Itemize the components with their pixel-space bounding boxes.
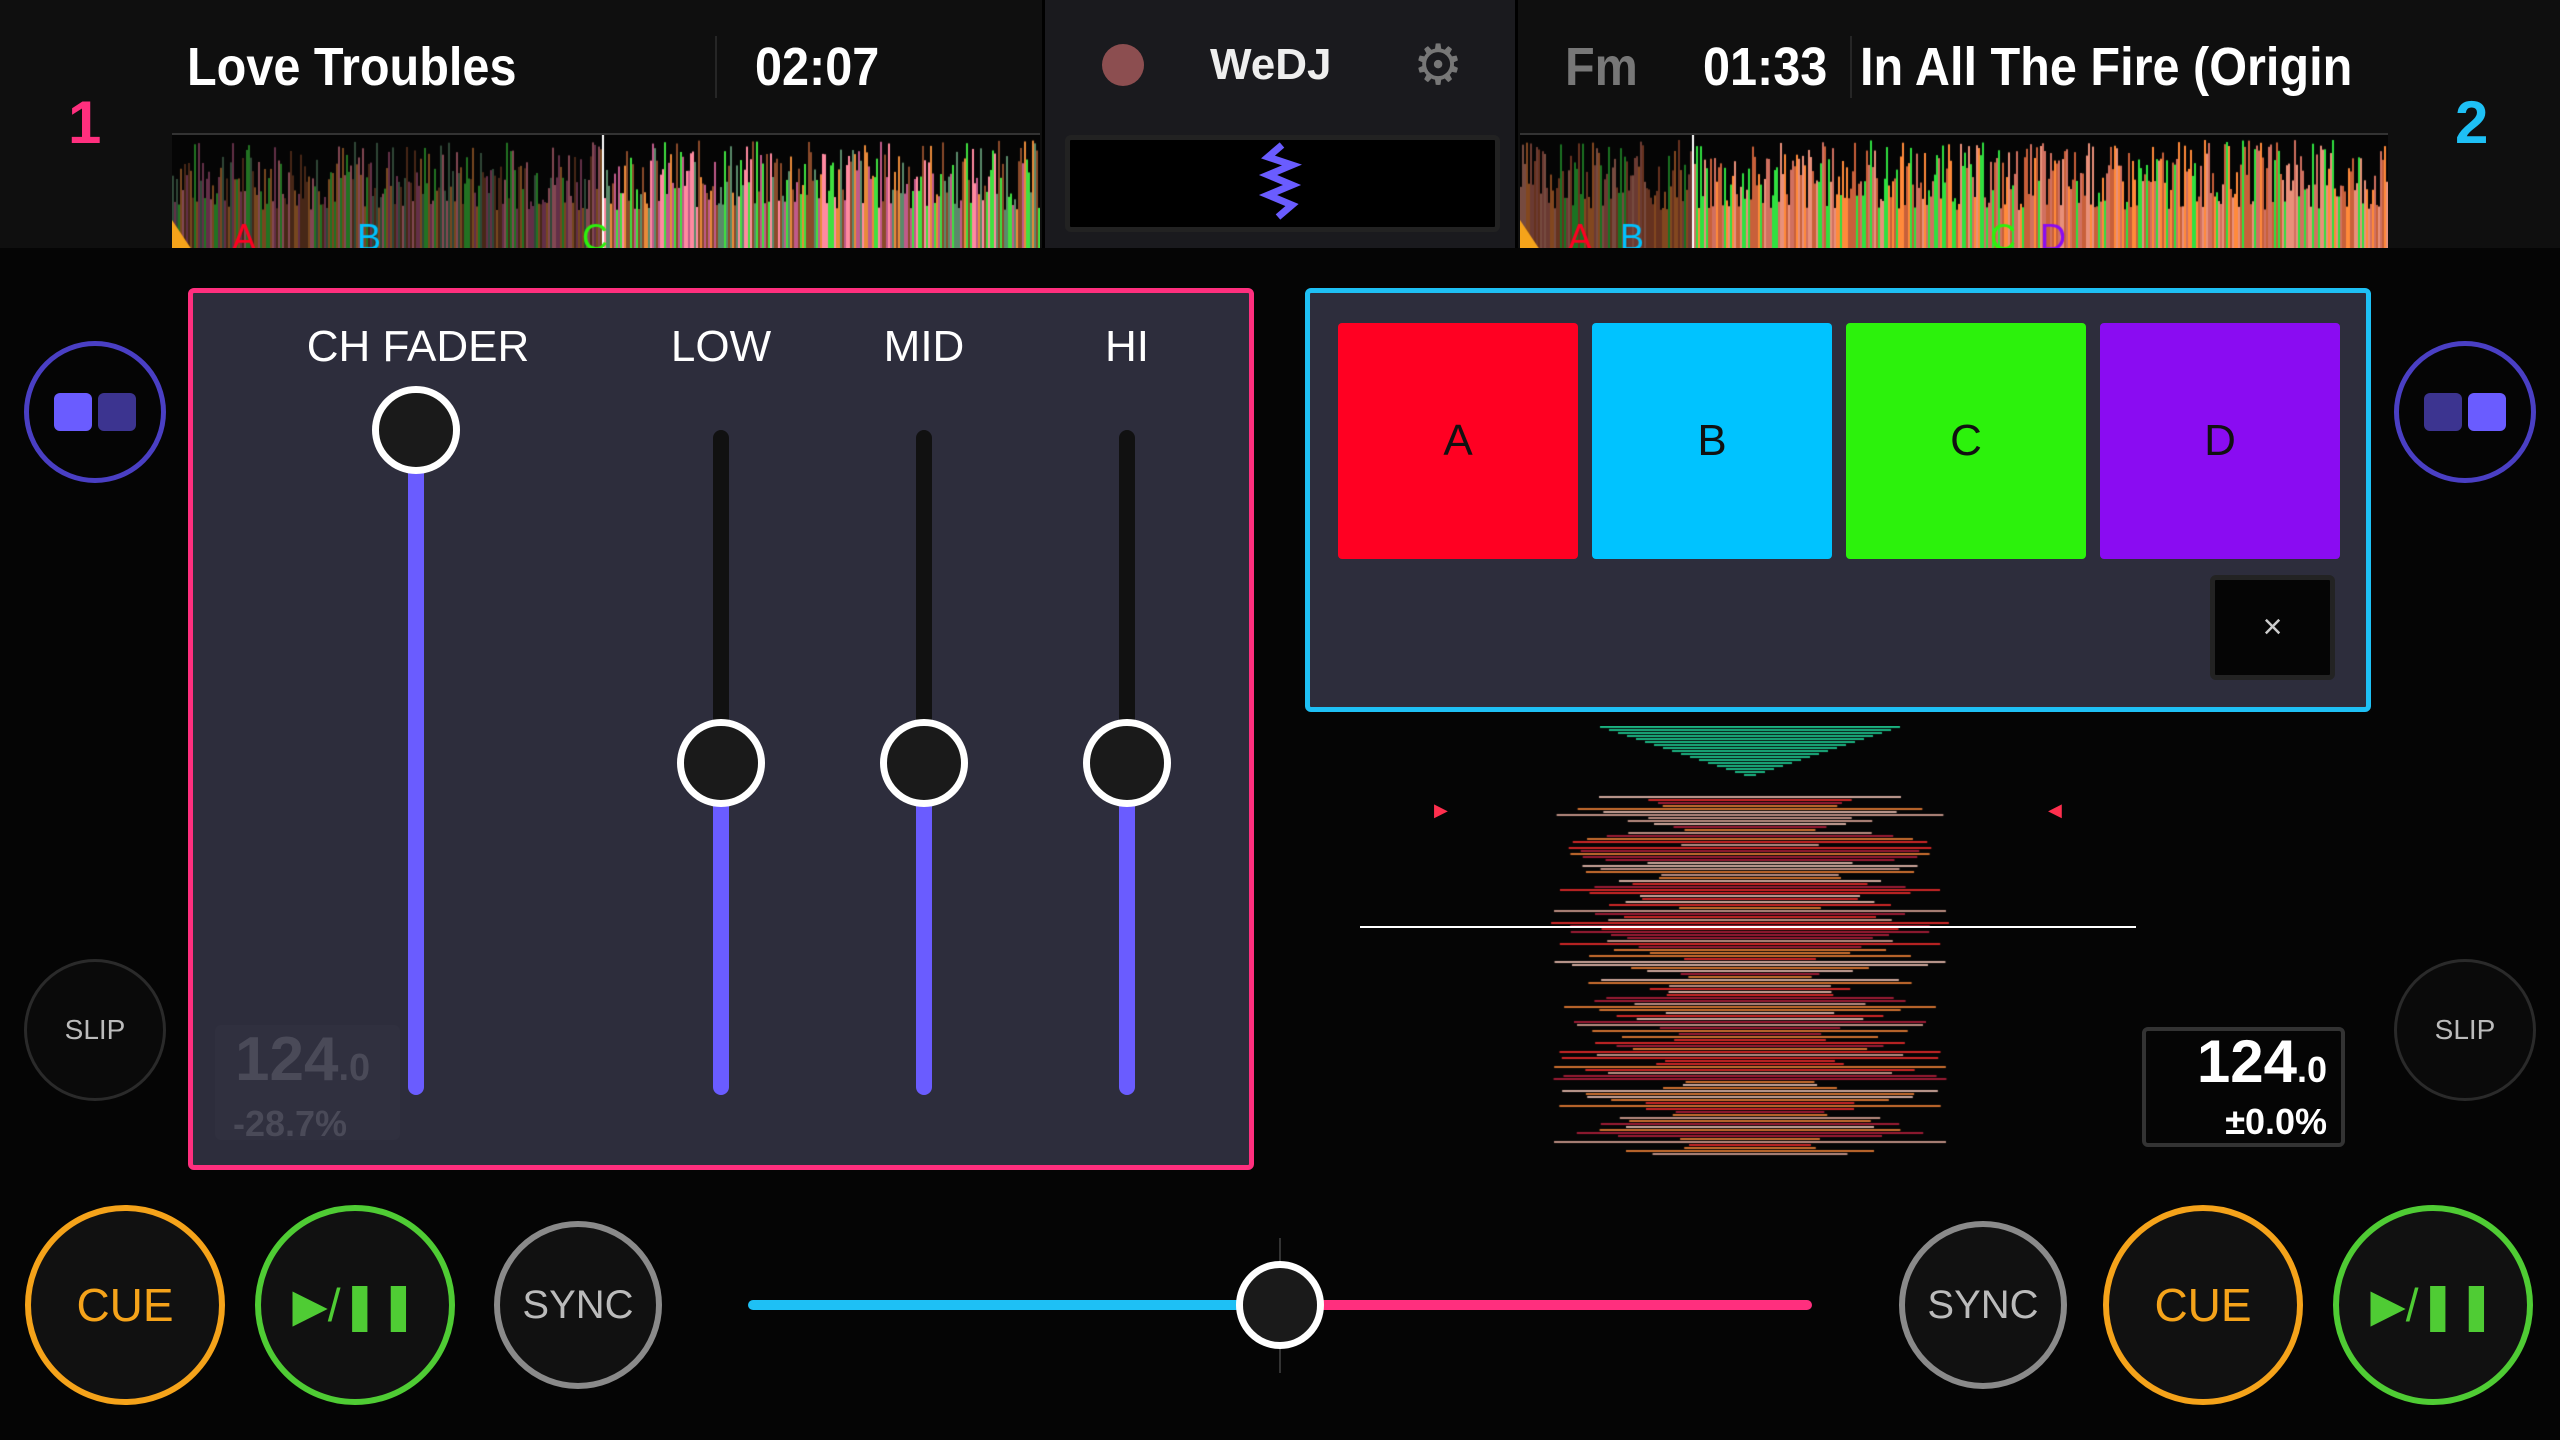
deck2-bpm-display: 124.0 ±0.0% [2142,1027,2345,1147]
divider [715,36,717,98]
deck2-play-pause-button[interactable]: ▶/❚❚ [2333,1205,2533,1405]
deck1-number: 1 [68,89,102,156]
deck2-time: 01:33 [1703,37,1828,97]
hotcue-pad-d[interactable]: D [2100,323,2340,559]
pad-icon [2424,393,2462,431]
mid-track [916,430,932,763]
pad-icon [98,393,136,431]
pad-label: C [1950,416,1982,465]
deck1-overview-waveform[interactable] [172,133,1040,248]
ch-fader-knob[interactable] [372,386,460,474]
center-panel: WeDJ ⚙ [1042,0,1518,248]
hi-level [1119,762,1135,1095]
deck2-pitch: ±0.0% [2225,1101,2327,1142]
crossfader-right-track [1280,1300,1812,1310]
crossfader-left-track [748,1300,1280,1310]
deck1-title[interactable]: Love Troubles [187,36,655,98]
deck2-sync-button[interactable]: SYNC [1899,1221,2067,1389]
deck2-bpm-decimal: .0 [2296,1049,2327,1090]
divider [1850,36,1852,98]
pad-icon [2468,393,2506,431]
pad-label: D [2204,416,2236,465]
deck2-scrolling-waveform[interactable] [1360,726,2140,1156]
deck1-sync-button[interactable]: SYNC [494,1221,662,1389]
app-logo: WeDJ [1210,40,1332,89]
low-level [713,762,729,1095]
hotcue-pad-a[interactable]: A [1338,323,1578,559]
ch-fader-label: CH FADER [306,322,530,371]
hotcue-pad-c[interactable]: C [1846,323,2086,559]
deck2-overview-waveform[interactable] [1520,133,2388,248]
deck1-bpm-display: 124.0 -28.7% [215,1025,400,1144]
mini-waveform-button[interactable] [1065,135,1500,232]
pad-label: A [1443,416,1473,465]
record-icon[interactable] [1102,44,1144,86]
deck2-number: 2 [2455,89,2489,156]
playhead-line [1360,926,2136,928]
gear-icon[interactable]: ⚙ [1413,32,1463,98]
deck1-slip-button[interactable]: SLIP [24,959,166,1101]
deck1-play-pause-button[interactable]: ▶/❚❚ [255,1205,455,1405]
deck1-pitch: -28.7% [233,1103,348,1144]
ch_fader-level [408,430,424,1095]
crossfader-knob[interactable] [1236,1261,1324,1349]
mid-knob[interactable] [880,718,968,807]
deck2-bpm: 124 [2196,1028,2297,1095]
deck2-cue-button[interactable]: CUE [2103,1205,2303,1405]
low-label: LOW [670,322,772,371]
mid-level [916,762,932,1095]
deck1-layout-button[interactable] [24,341,166,483]
pad-label: B [1697,416,1727,465]
mid-label: MID [883,322,965,371]
low-knob[interactable] [677,718,765,807]
hi-knob[interactable] [1083,718,1171,807]
deck1-bpm: 124 [235,1025,339,1094]
marker-left-icon: ▶ [1434,800,1448,820]
hi-track [1119,430,1135,763]
deck1-time: 02:07 [755,37,880,97]
hotcue-pad-b[interactable]: B [1592,323,1832,559]
deck2-key: Fm [1565,37,1638,97]
marker-right-icon: ◀ [2048,800,2062,820]
deck2-slip-button[interactable]: SLIP [2394,959,2536,1101]
deck1-bpm-decimal: .0 [338,1047,371,1089]
hi-label: HI [1105,322,1149,371]
deck2-layout-button[interactable] [2394,341,2536,483]
hotcue-panel: A B C D × [1305,288,2371,712]
deck1-cue-button[interactable]: CUE [25,1205,225,1405]
low-track [713,430,729,763]
deck2-title[interactable]: In All The Fire (Origin [1860,36,2373,98]
pad-icon [54,393,92,431]
close-button[interactable]: × [2210,575,2335,680]
waveform-icon [1258,142,1302,220]
